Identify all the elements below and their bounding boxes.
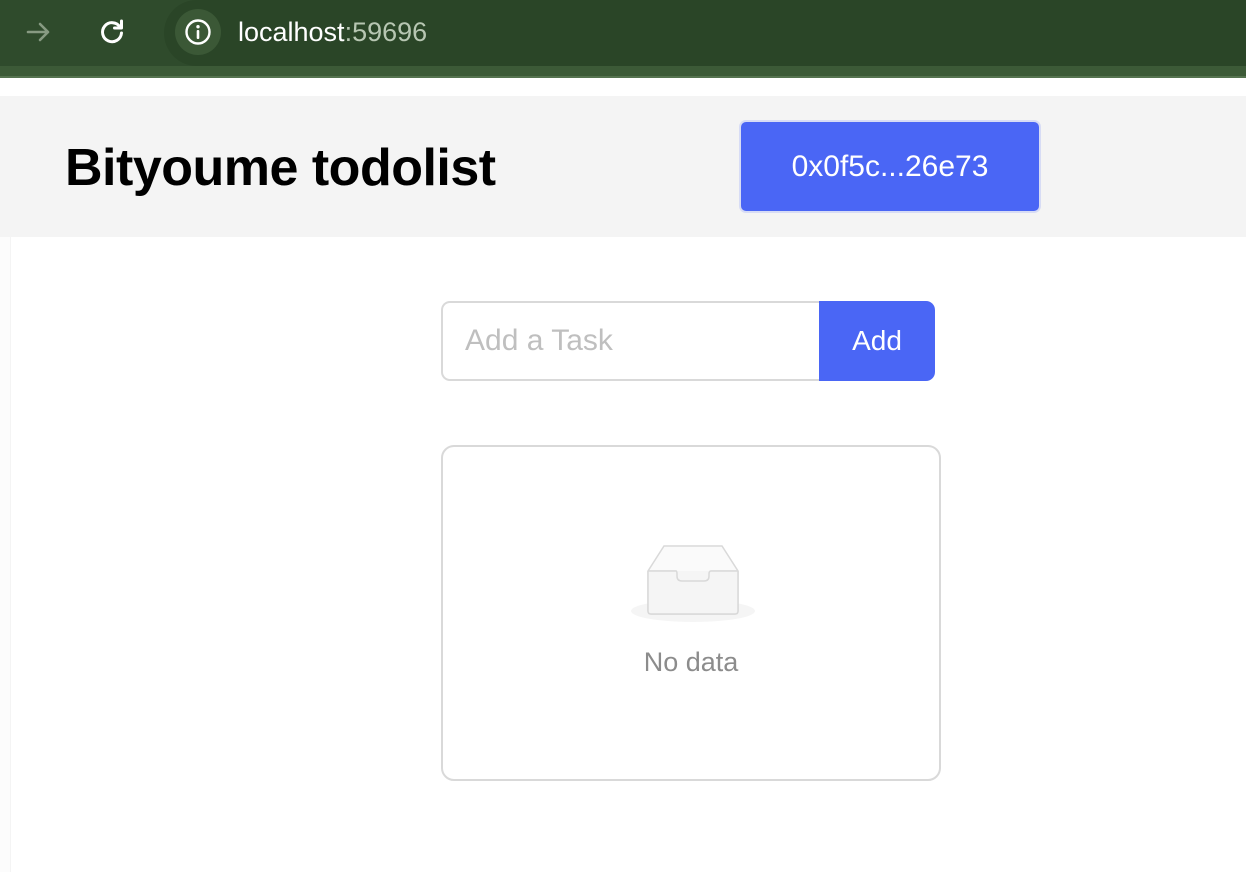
add-task-button[interactable]: Add bbox=[819, 301, 935, 381]
page-left-edge bbox=[0, 237, 11, 872]
task-list: No data bbox=[441, 445, 941, 781]
wallet-address-button[interactable]: 0x0f5c...26e73 bbox=[739, 120, 1041, 213]
reload-icon[interactable] bbox=[94, 14, 130, 50]
page-title: Bityoume todolist bbox=[65, 139, 496, 197]
browser-toolbar-edge bbox=[0, 66, 1246, 78]
task-input[interactable] bbox=[441, 301, 821, 381]
empty-inbox-icon bbox=[631, 545, 755, 622]
url-host: localhost bbox=[238, 17, 345, 47]
page-gap bbox=[0, 78, 1246, 96]
address-url[interactable]: localhost:59696 bbox=[238, 15, 427, 49]
info-icon[interactable] bbox=[175, 9, 221, 55]
empty-state-text: No data bbox=[643, 647, 739, 677]
forward-arrow-icon[interactable] bbox=[21, 14, 57, 50]
url-port: :59696 bbox=[344, 17, 428, 47]
